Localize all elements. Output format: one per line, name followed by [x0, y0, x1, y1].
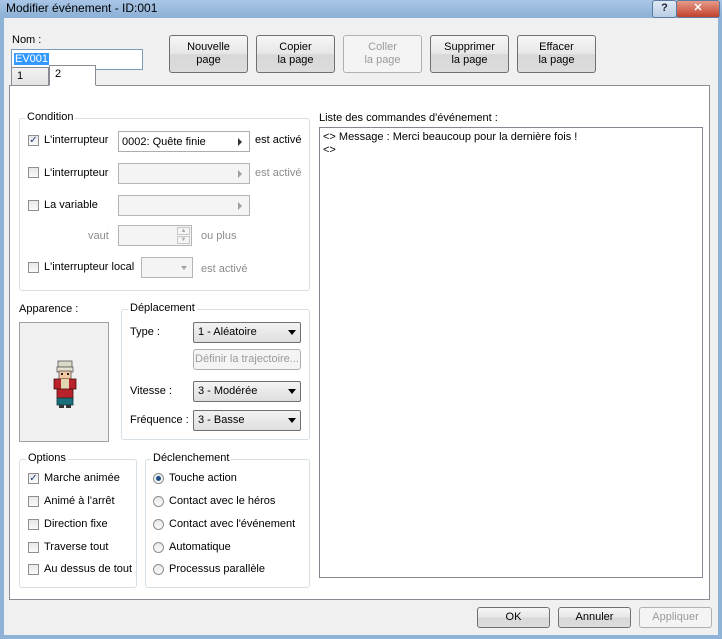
- type-dropdown-icon: [288, 330, 296, 335]
- switch1-field[interactable]: 0002: Quête finie: [118, 131, 250, 152]
- help-button[interactable]: ?: [652, 0, 677, 18]
- apply-label: Appliquer: [652, 611, 699, 623]
- trigger-parallel-label: Processus parallèle: [169, 563, 265, 575]
- new-page-label-1: Nouvelle: [187, 41, 230, 53]
- through-checkbox[interactable]: [28, 542, 39, 553]
- speed-label: Vitesse :: [130, 385, 172, 397]
- spin-down-icon[interactable]: ▼: [177, 236, 190, 244]
- appearance-label: Apparence :: [19, 303, 79, 315]
- through-label: Traverse tout: [44, 541, 109, 553]
- tab-page-1[interactable]: 1: [11, 67, 49, 85]
- delete-page-label-2: la page: [451, 54, 488, 66]
- commands-label: Liste des commandes d'événement :: [319, 112, 498, 124]
- paste-page-label-1: Coller: [368, 41, 397, 53]
- freq-dropdown-icon: [288, 418, 296, 423]
- step-anim-label: Animé à l'arrêt: [44, 495, 115, 507]
- variable-checkbox[interactable]: [28, 200, 39, 211]
- always-on-top-label: Au dessus de tout: [44, 563, 133, 575]
- ok-button[interactable]: OK: [477, 607, 550, 628]
- window-title: Modifier événement - ID:001: [6, 1, 158, 15]
- delete-page-button[interactable]: Supprimer la page: [430, 35, 509, 73]
- type-combo[interactable]: 1 - Aléatoire: [193, 322, 301, 343]
- switch2-checkbox[interactable]: [28, 167, 39, 178]
- route-button-label: Définir la trajectoire...: [195, 353, 299, 365]
- switch2-suffix: est activé: [255, 167, 302, 179]
- command-list[interactable]: <> Message : Merci beaucoup pour la dern…: [319, 127, 703, 578]
- cancel-label: Annuler: [575, 611, 614, 623]
- cancel-button[interactable]: Annuler: [558, 607, 631, 628]
- switch2-field[interactable]: [118, 163, 250, 184]
- switch1-value: 0002: Quête finie: [122, 136, 206, 148]
- local-switch-checkbox[interactable]: [28, 262, 39, 273]
- type-value: 1 - Aléatoire: [198, 326, 257, 338]
- walk-anim-label: Marche animée: [44, 472, 120, 484]
- new-page-label-2: page: [196, 54, 221, 66]
- trigger-parallel-radio[interactable]: [153, 564, 164, 575]
- trigger-title: Déclenchement: [151, 452, 232, 464]
- clear-page-label-2: la page: [538, 54, 575, 66]
- vaut-label: vaut: [88, 230, 109, 242]
- command-line[interactable]: <>: [323, 144, 699, 157]
- delete-page-label-1: Supprimer: [444, 41, 495, 53]
- route-button[interactable]: Définir la trajectoire...: [193, 349, 301, 370]
- local-switch-combo[interactable]: [141, 257, 193, 278]
- variable-arrow-icon: [238, 202, 242, 210]
- speed-value: 3 - Modérée: [198, 385, 258, 397]
- local-switch-label: L'interrupteur local: [44, 261, 135, 273]
- local-switch-suffix: est activé: [201, 263, 248, 275]
- appearance-box[interactable]: [19, 322, 109, 442]
- freq-combo[interactable]: 3 - Basse: [193, 410, 301, 431]
- clear-page-button[interactable]: Effacer la page: [517, 35, 596, 73]
- variable-label: La variable: [44, 199, 98, 211]
- speed-combo[interactable]: 3 - Modérée: [193, 381, 301, 402]
- name-value: EV001: [14, 53, 50, 65]
- switch1-checkbox[interactable]: ✓: [28, 135, 39, 146]
- switch2-arrow-icon: [238, 170, 242, 178]
- copy-page-label-1: Copier: [279, 41, 312, 53]
- spin-up-icon[interactable]: ▲: [177, 227, 190, 235]
- fixed-direction-label: Direction fixe: [44, 518, 108, 530]
- ok-label: OK: [505, 611, 522, 623]
- clear-page-label-1: Effacer: [539, 41, 574, 53]
- switch1-label: L'interrupteur: [44, 134, 109, 146]
- speed-dropdown-icon: [288, 389, 296, 394]
- always-on-top-checkbox[interactable]: [28, 564, 39, 575]
- trigger-action-radio[interactable]: [153, 473, 164, 484]
- command-line[interactable]: <> Message : Merci beaucoup pour la dern…: [323, 131, 699, 144]
- copy-page-label-2: la page: [277, 54, 314, 66]
- step-anim-checkbox[interactable]: [28, 496, 39, 507]
- paste-page-label-2: la page: [364, 54, 401, 66]
- switch1-arrow-icon: [238, 138, 242, 146]
- character-sprite-icon: [53, 360, 77, 408]
- variable-value-spinner[interactable]: ▲ ▼: [118, 225, 192, 246]
- copy-page-button[interactable]: Copier la page: [256, 35, 335, 73]
- close-button[interactable]: ✕: [676, 0, 720, 18]
- name-label: Nom :: [12, 34, 42, 46]
- switch2-label: L'interrupteur: [44, 167, 109, 179]
- type-label: Type :: [130, 326, 160, 338]
- trigger-action-label: Touche action: [169, 472, 237, 484]
- trigger-autorun-radio[interactable]: [153, 542, 164, 553]
- trigger-player-touch-radio[interactable]: [153, 496, 164, 507]
- trigger-player-touch-label: Contact avec le héros: [169, 495, 276, 507]
- paste-page-button[interactable]: Coller la page: [343, 35, 422, 73]
- variable-field[interactable]: [118, 195, 250, 216]
- switch1-suffix: est activé: [255, 134, 302, 146]
- movement-title: Déplacement: [128, 302, 197, 314]
- freq-value: 3 - Basse: [198, 414, 245, 426]
- ou-plus-label: ou plus: [201, 230, 237, 242]
- trigger-event-touch-radio[interactable]: [153, 519, 164, 530]
- fixed-direction-checkbox[interactable]: [28, 519, 39, 530]
- condition-title: Condition: [25, 111, 76, 123]
- new-page-button[interactable]: Nouvelle page: [169, 35, 248, 73]
- tab-page-2[interactable]: 2: [49, 65, 96, 86]
- trigger-autorun-label: Automatique: [169, 541, 231, 553]
- walk-anim-checkbox[interactable]: ✓: [28, 473, 39, 484]
- local-switch-arrow-icon: [181, 266, 187, 270]
- trigger-event-touch-label: Contact avec l'événement: [169, 518, 296, 530]
- title-bar[interactable]: Modifier événement - ID:001 ? ✕: [0, 0, 722, 18]
- freq-label: Fréquence :: [130, 414, 189, 426]
- options-title: Options: [26, 452, 68, 464]
- apply-button[interactable]: Appliquer: [639, 607, 712, 628]
